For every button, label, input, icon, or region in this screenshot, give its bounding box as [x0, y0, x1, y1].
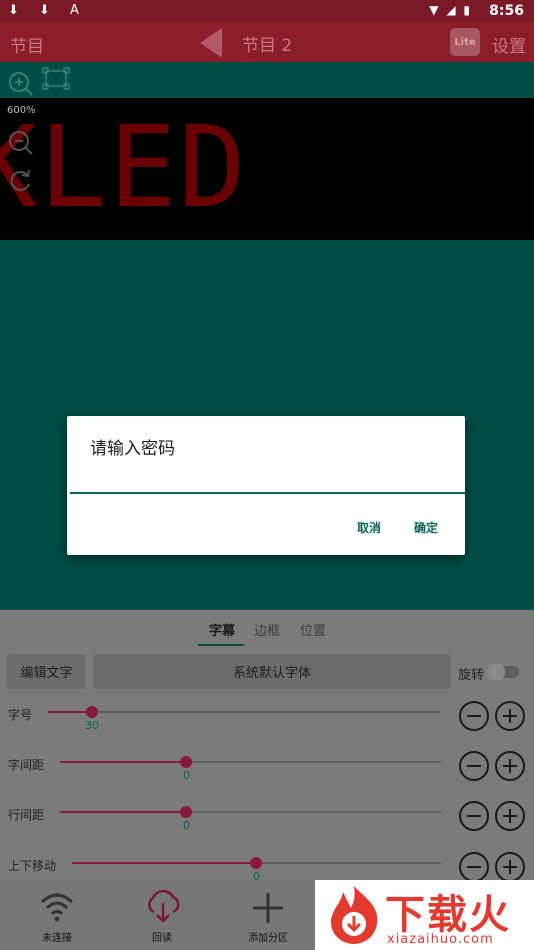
slider-label-line-spacing: 行间距 — [8, 808, 45, 822]
zoom-out-icon[interactable] — [8, 130, 34, 156]
watermark-url: xiazaihuo.com — [387, 932, 494, 947]
plus-icon — [253, 893, 283, 923]
rotate-toggle[interactable] — [487, 663, 519, 681]
zoom-level: 600% — [7, 105, 36, 116]
active-tab-indicator — [198, 644, 244, 646]
font-select-button[interactable]: 系统默认字体 — [93, 654, 451, 689]
status-bar: ⬇ ⬇ A ▼ ◢ ▮ 8:56 — [0, 0, 534, 22]
tab-subtitle[interactable]: 字幕 — [209, 620, 235, 639]
decrease-button[interactable] — [459, 801, 489, 831]
font-size-slider[interactable] — [48, 706, 441, 718]
cloud-download-icon — [148, 889, 180, 923]
decrease-button[interactable] — [459, 701, 489, 731]
slider-value: 30 — [85, 719, 99, 732]
program-list-button[interactable]: 节目 — [10, 32, 44, 57]
increase-button[interactable] — [495, 801, 525, 831]
nav-label: 未连接 — [42, 933, 72, 944]
edit-text-button[interactable]: 编辑文字 — [7, 654, 86, 689]
nav-label: 回读 — [152, 933, 172, 944]
slider-label-font-size: 字号 — [8, 708, 33, 722]
char-spacing-slider[interactable] — [60, 756, 441, 768]
watermark: 下载火 xiazaihuo.com — [315, 880, 534, 950]
zoom-in-icon[interactable] — [8, 71, 34, 97]
vertical-move-slider[interactable] — [72, 857, 441, 869]
led-text: KLED — [0, 103, 248, 233]
notification-icons: ⬇ ⬇ A — [8, 3, 87, 18]
preview-toolbar — [0, 62, 534, 98]
password-input[interactable] — [70, 474, 466, 494]
led-preview[interactable]: KLED 600% — [0, 98, 534, 240]
select-area-icon[interactable] — [42, 67, 70, 91]
refresh-icon[interactable] — [8, 168, 34, 194]
nav-connection[interactable]: 未连接 — [12, 880, 102, 950]
increase-button[interactable] — [495, 751, 525, 781]
slider-thumb[interactable] — [180, 806, 192, 818]
slider-value: 0 — [183, 819, 190, 832]
clock: 8:56 — [489, 3, 524, 19]
dialog-title: 请输入密码 — [90, 439, 175, 459]
decrease-button[interactable] — [459, 852, 489, 882]
rotate-label: 旋转 — [458, 668, 485, 683]
slider-thumb[interactable] — [86, 706, 98, 718]
increase-button[interactable] — [495, 852, 525, 882]
slider-thumb[interactable] — [180, 756, 192, 768]
password-dialog: 请输入密码 取消 确定 — [67, 416, 466, 555]
triangle-left-icon[interactable] — [200, 28, 222, 58]
increase-button[interactable] — [495, 701, 525, 731]
slider-thumb[interactable] — [250, 857, 262, 869]
cancel-button[interactable]: 取消 — [357, 519, 381, 536]
slider-value: 0 — [183, 769, 190, 782]
slider-label-vertical-move: 上下移动 — [8, 859, 57, 873]
nav-add-area[interactable]: 添加分区 — [223, 880, 313, 950]
app-bar: 节目 节目 2 Lite 设置 — [0, 22, 534, 62]
program-title: 节目 2 — [242, 35, 293, 56]
program-switcher[interactable]: 节目 2 — [200, 28, 292, 58]
wifi-icon — [40, 893, 74, 922]
decrease-button[interactable] — [459, 751, 489, 781]
settings-button[interactable]: 设置 — [492, 32, 526, 57]
tab-position[interactable]: 位置 — [300, 620, 326, 639]
tab-border[interactable]: 边框 — [254, 620, 280, 639]
settings-panel: 字幕 边框 位置 编辑文字 系统默认字体 旋转 字号 30 字间距 0 行间距 … — [0, 610, 534, 883]
nav-label: 添加分区 — [248, 933, 288, 944]
lite-badge[interactable]: Lite — [450, 28, 480, 56]
nav-readback[interactable]: 回读 — [117, 880, 207, 950]
line-spacing-slider[interactable] — [60, 806, 441, 818]
flame-logo-icon — [331, 886, 378, 944]
slider-label-char-spacing: 字间距 — [8, 758, 45, 772]
confirm-button[interactable]: 确定 — [414, 519, 438, 536]
system-icons: ▼ ◢ ▮ — [429, 3, 472, 17]
